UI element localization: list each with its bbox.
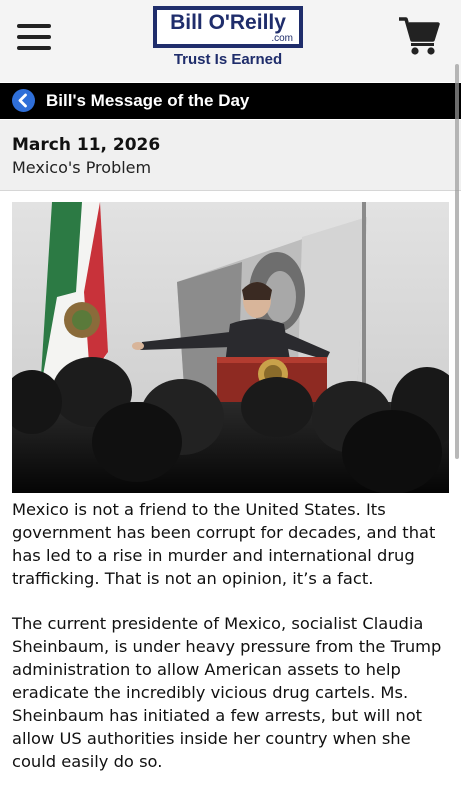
- article-body: Mexico is not a friend to the United Sta…: [12, 498, 457, 795]
- back-chevron-icon[interactable]: [12, 89, 35, 112]
- section-bar: Bill's Message of the Day: [0, 83, 461, 119]
- logo-tagline: Trust Is Earned: [173, 51, 283, 68]
- post-date: March 11, 2026: [12, 135, 161, 155]
- scrollbar[interactable]: [455, 60, 461, 460]
- post-header: March 11, 2026 Mexico's Problem: [0, 120, 461, 191]
- logo-name: Bill O'Reilly: [170, 11, 286, 34]
- scrollbar-thumb[interactable]: [455, 64, 459, 459]
- article-paragraph: Mexico is not a friend to the United Sta…: [12, 500, 436, 588]
- site-header: Bill O'Reilly .com Trust Is Earned: [0, 0, 461, 82]
- post-title: Mexico's Problem: [12, 158, 152, 177]
- section-title: Bill's Message of the Day: [46, 91, 250, 110]
- article-photo: [12, 202, 449, 493]
- shopping-cart-icon[interactable]: [398, 16, 440, 56]
- logo-box: Bill O'Reilly .com: [153, 6, 303, 48]
- hamburger-menu-icon[interactable]: [17, 22, 51, 52]
- site-logo[interactable]: Bill O'Reilly .com Trust Is Earned: [153, 6, 303, 68]
- logo-domain: .com: [271, 33, 293, 44]
- article-paragraph: The current presidente of Mexico, social…: [12, 614, 442, 771]
